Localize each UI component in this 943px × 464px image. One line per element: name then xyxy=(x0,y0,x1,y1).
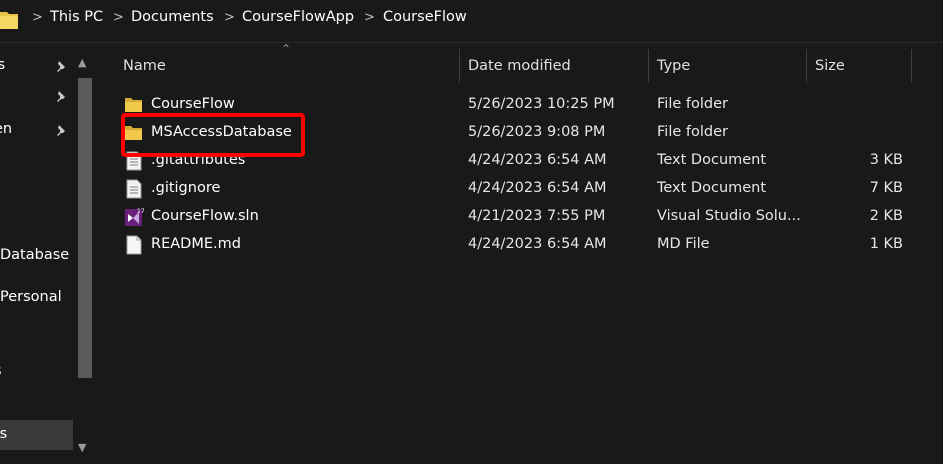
file-date-modified: 4/21/2023 7:55 PM xyxy=(468,208,606,224)
pin-icon xyxy=(57,125,65,136)
column-header-row: ⌃ Name Date modified Type Size xyxy=(99,42,943,83)
file-date-modified: 4/24/2023 6:54 AM xyxy=(468,180,607,196)
column-divider[interactable] xyxy=(806,49,807,83)
text-file-icon xyxy=(126,179,142,199)
chevron-right-icon: > xyxy=(32,10,43,25)
file-row[interactable]: .gitignore 4/24/2023 6:54 AM Text Docume… xyxy=(119,175,939,203)
file-size: 1 KB xyxy=(869,236,903,252)
file-name: .gitignore xyxy=(151,180,221,196)
nav-item[interactable]: en xyxy=(0,121,12,137)
file-type: File folder xyxy=(657,96,728,112)
file-size: 7 KB xyxy=(869,180,903,196)
file-icon xyxy=(126,235,142,255)
file-size: 3 KB xyxy=(869,152,903,168)
svg-text:17: 17 xyxy=(137,208,144,215)
highlight-box xyxy=(121,113,305,157)
column-divider[interactable] xyxy=(911,49,912,83)
nav-item-personal[interactable]: Personal xyxy=(0,289,62,305)
file-row[interactable]: README.md 4/24/2023 6:54 AM MD File 1 KB xyxy=(119,231,939,259)
nav-item-selected[interactable]: ts xyxy=(0,426,7,442)
file-type: Visual Studio Solu... xyxy=(657,208,801,224)
column-header-type[interactable]: Type xyxy=(657,58,690,74)
file-type: Text Document xyxy=(657,152,767,168)
chevron-right-icon: > xyxy=(224,10,235,25)
file-name: CourseFlow xyxy=(151,96,235,112)
navigation-pane[interactable]: ts en Database Personal s ts ▲ ▼ xyxy=(0,43,98,464)
column-divider[interactable] xyxy=(648,49,649,83)
sort-ascending-icon: ⌃ xyxy=(281,42,292,56)
file-type: Text Document xyxy=(657,180,767,196)
file-type: MD File xyxy=(657,236,710,252)
breadcrumb-courseflow[interactable]: CourseFlow xyxy=(383,9,467,25)
column-divider[interactable] xyxy=(459,49,460,83)
file-date-modified: 4/24/2023 6:54 AM xyxy=(468,236,607,252)
pin-icon xyxy=(57,91,65,102)
chevron-right-icon: > xyxy=(113,10,124,25)
breadcrumb-this-pc[interactable]: This PC xyxy=(50,9,103,25)
nav-item[interactable]: ts xyxy=(0,57,5,73)
visual-studio-solution-icon: 17 xyxy=(125,208,144,226)
chevron-right-icon: > xyxy=(364,10,375,25)
file-size: 2 KB xyxy=(869,208,903,224)
file-name: README.md xyxy=(151,236,241,252)
scroll-down-arrow-icon[interactable]: ▼ xyxy=(78,441,86,454)
column-header-size[interactable]: Size xyxy=(815,58,845,74)
pin-icon xyxy=(57,61,65,72)
column-header-name[interactable]: Name xyxy=(123,58,166,74)
file-name: CourseFlow.sln xyxy=(151,208,259,224)
folder-icon xyxy=(0,12,18,29)
nav-item-database[interactable]: Database xyxy=(0,247,69,263)
file-row[interactable]: 17 CourseFlow.sln 4/21/2023 7:55 PM Visu… xyxy=(119,203,939,231)
nav-item[interactable]: s xyxy=(0,363,2,379)
scroll-up-arrow-icon[interactable]: ▲ xyxy=(78,56,86,69)
address-bar[interactable]: > This PC > Documents > CourseFlowApp > … xyxy=(0,0,943,43)
file-list-pane[interactable]: ⌃ Name Date modified Type Size CourseFlo… xyxy=(99,42,943,464)
nav-selected-highlight xyxy=(0,420,73,450)
column-header-date-modified[interactable]: Date modified xyxy=(468,58,571,74)
breadcrumb-courseflowapp[interactable]: CourseFlowApp xyxy=(242,9,354,25)
file-date-modified: 5/26/2023 9:08 PM xyxy=(468,124,606,140)
breadcrumb-documents[interactable]: Documents xyxy=(131,9,214,25)
file-type: File folder xyxy=(657,124,728,140)
file-date-modified: 5/26/2023 10:25 PM xyxy=(468,96,615,112)
scrollbar-thumb[interactable] xyxy=(78,78,92,378)
folder-icon xyxy=(125,98,142,112)
file-date-modified: 4/24/2023 6:54 AM xyxy=(468,152,607,168)
